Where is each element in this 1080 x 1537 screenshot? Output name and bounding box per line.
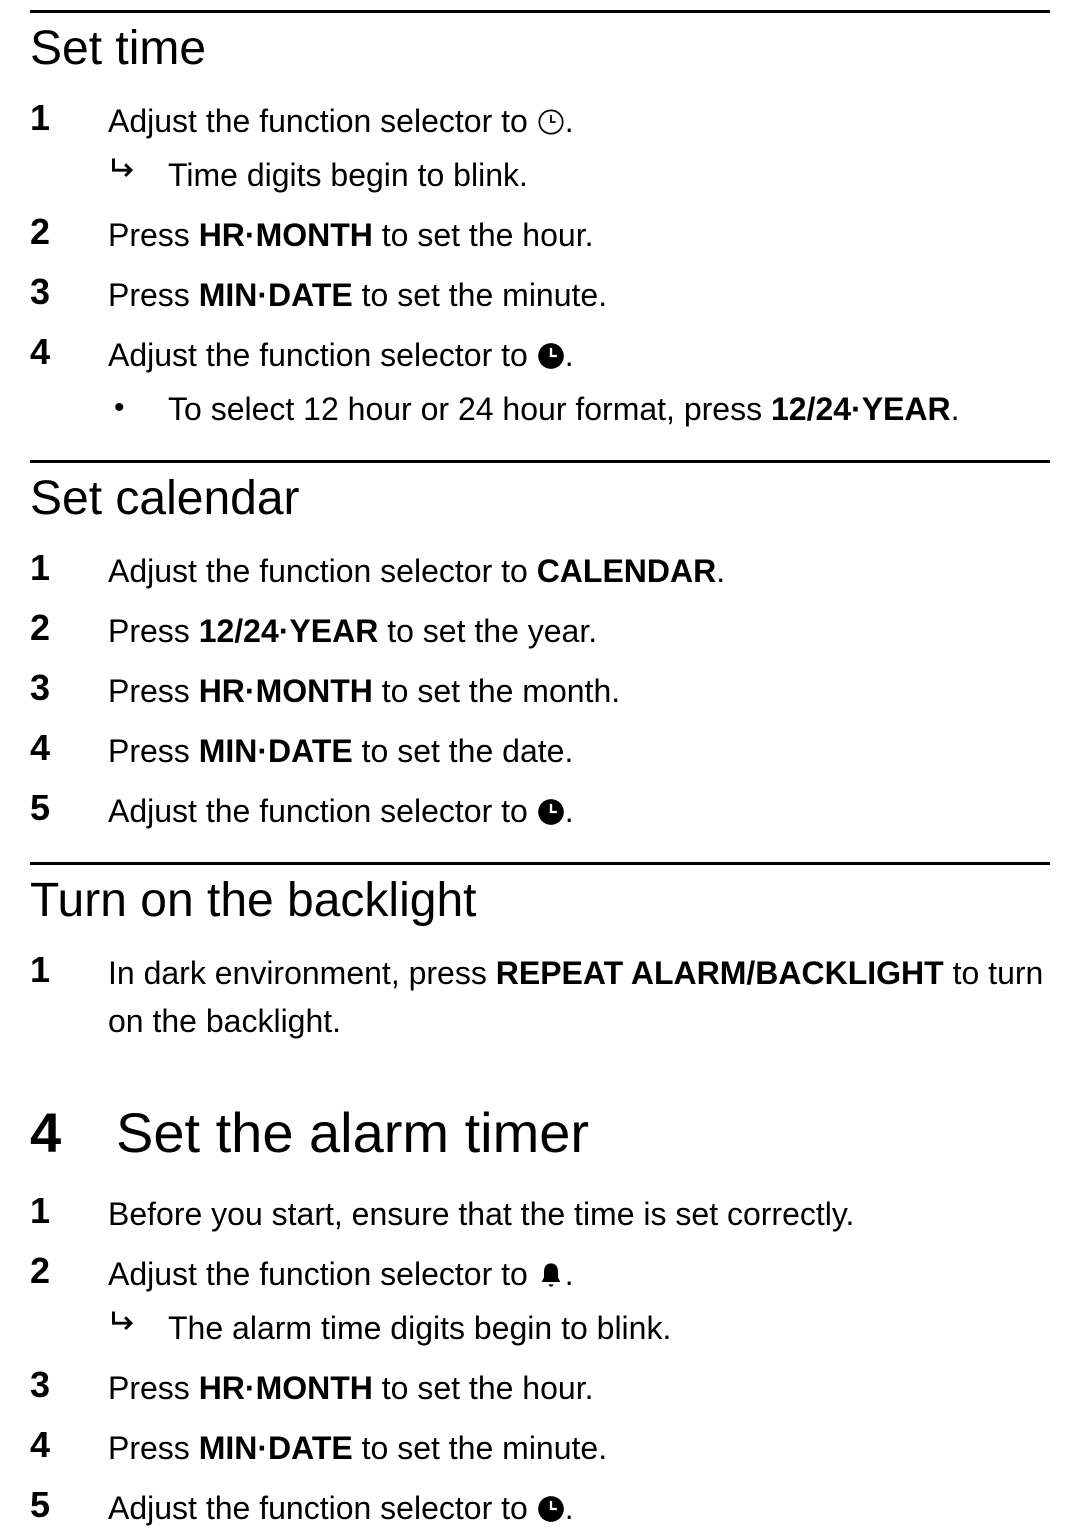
step-text: In dark environment, press: [108, 955, 496, 991]
step-text: .: [565, 1490, 574, 1526]
step-text: Press: [108, 1430, 199, 1466]
steps-alarm: Before you start, ensure that the time i…: [30, 1183, 1050, 1537]
step-text: .: [565, 337, 574, 373]
sub-text: The alarm time digits begin to blink.: [168, 1304, 1050, 1352]
list-item: Press HR·MONTH to set the hour.: [30, 1357, 1050, 1417]
list-item: Press MIN·DATE to set the date.: [30, 720, 1050, 780]
heading-set-calendar: Set calendar: [30, 463, 1050, 540]
list-item: Press MIN·DATE to set the minute.: [30, 1417, 1050, 1477]
steps-set-calendar: Adjust the function selector to CALENDAR…: [30, 540, 1050, 840]
list-item: Adjust the function selector to . Time d…: [30, 90, 1050, 204]
chapter-number: 4: [30, 1100, 108, 1165]
step-text: Adjust the function selector to: [108, 1256, 537, 1292]
list-item: Adjust the function selector to CALENDAR…: [30, 540, 1050, 600]
list-item: Press HR·MONTH to set the hour.: [30, 204, 1050, 264]
step-bold: HR·MONTH: [199, 217, 373, 253]
step-bold: HR·MONTH: [199, 1370, 373, 1406]
sub-text: Time digits begin to blink.: [168, 151, 1050, 199]
step-text: Press: [108, 277, 199, 313]
step-text: Adjust the function selector to: [108, 1490, 537, 1526]
step-text: .: [565, 103, 574, 139]
heading-backlight: Turn on the backlight: [30, 865, 1050, 942]
step-bold: MIN·DATE: [199, 733, 353, 769]
clock-solid-icon: [537, 798, 565, 826]
step-text: Press: [108, 673, 199, 709]
chapter-title: Set the alarm timer: [116, 1100, 589, 1165]
list-item: Press 12/24·YEAR to set the year.: [30, 600, 1050, 660]
list-item: Press MIN·DATE to set the minute.: [30, 264, 1050, 324]
step-text: to set the minute.: [353, 277, 607, 313]
sub-pre: To select 12 hour or 24 hour format, pre…: [168, 391, 771, 427]
list-item: Adjust the function selector to . • To s…: [30, 324, 1050, 438]
step-text: to set the hour.: [373, 1370, 594, 1406]
step-text: Press: [108, 733, 199, 769]
step-bold: REPEAT ALARM/BACKLIGHT: [496, 955, 944, 991]
list-item: Before you start, ensure that the time i…: [30, 1183, 1050, 1243]
list-item: Adjust the function selector to .: [30, 780, 1050, 840]
clock-solid-icon: [537, 342, 565, 370]
step-text: to set the hour.: [373, 217, 594, 253]
step-text: .: [565, 793, 574, 829]
heading-set-time: Set time: [30, 13, 1050, 90]
steps-set-time: Adjust the function selector to . Time d…: [30, 90, 1050, 438]
step-text: Before you start, ensure that the time i…: [108, 1196, 854, 1232]
step-bold: HR·MONTH: [199, 673, 373, 709]
step-text: to set the date.: [353, 733, 574, 769]
result-arrow-icon: [108, 151, 168, 196]
step-text: Press: [108, 217, 199, 253]
sub-post: .: [951, 391, 960, 427]
step-text: Adjust the function selector to: [108, 337, 537, 373]
step-bold: MIN·DATE: [199, 277, 353, 313]
step-bold: CALENDAR: [537, 553, 717, 589]
sub-text: To select 12 hour or 24 hour format, pre…: [168, 385, 1050, 433]
sub-bold: 12/24·YEAR: [771, 391, 951, 427]
list-item: In dark environment, press REPEAT ALARM/…: [30, 942, 1050, 1050]
clock-solid-icon: [537, 1495, 565, 1523]
step-text: to set the month.: [373, 673, 620, 709]
step-text: .: [565, 1256, 574, 1292]
step-bold: 12/24·YEAR: [199, 613, 379, 649]
step-text: to set the year.: [378, 613, 597, 649]
step-text: to set the minute.: [353, 1430, 607, 1466]
step-text: Adjust the function selector to: [108, 103, 537, 139]
step-text: Press: [108, 613, 199, 649]
step-text: Adjust the function selector to: [108, 553, 537, 589]
list-item: Adjust the function selector to . The al…: [30, 1243, 1050, 1357]
result-arrow-icon: [108, 1304, 168, 1349]
clock-outline-icon: [537, 108, 565, 136]
steps-backlight: In dark environment, press REPEAT ALARM/…: [30, 942, 1050, 1050]
bell-icon: [537, 1261, 565, 1289]
list-item: Adjust the function selector to .: [30, 1477, 1050, 1537]
bullet-icon: •: [108, 385, 168, 430]
step-text: Press: [108, 1370, 199, 1406]
step-text: Adjust the function selector to: [108, 793, 537, 829]
step-text: .: [716, 553, 725, 589]
chapter-header: 4 Set the alarm timer: [30, 1080, 1050, 1183]
list-item: Press HR·MONTH to set the month.: [30, 660, 1050, 720]
step-bold: MIN·DATE: [199, 1430, 353, 1466]
